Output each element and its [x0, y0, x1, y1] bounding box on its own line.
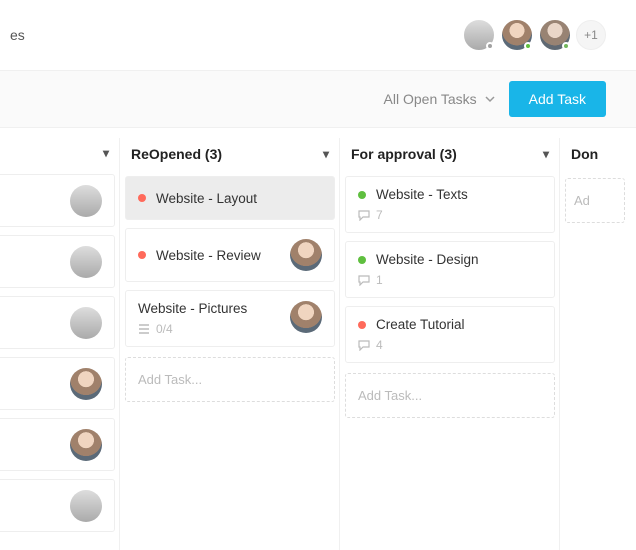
avatar-user-1[interactable]	[462, 18, 496, 52]
header-fragment: es	[10, 27, 25, 43]
card-meta: 1	[358, 273, 542, 287]
card-meta: 4	[358, 338, 542, 352]
checklist-count: 0/4	[156, 322, 173, 336]
comment-count: 7	[376, 208, 383, 222]
avatar-icon	[70, 368, 102, 400]
card-title: Website - Review	[156, 248, 261, 263]
task-card[interactable]: ge / Cover	[0, 235, 115, 288]
task-card[interactable]: oto	[0, 174, 115, 227]
avatar-icon	[70, 490, 102, 522]
column-done-partial: Don Ad	[565, 138, 625, 540]
filter-label: All Open Tasks	[384, 91, 477, 107]
status-dot-icon	[358, 191, 366, 199]
task-card[interactable]: Website - Texts 7	[345, 176, 555, 233]
column-for-approval: For approval (3) ▾ Website - Texts 7	[345, 138, 555, 540]
card-title: Website - Pictures	[138, 301, 247, 316]
add-task-input[interactable]: Add Task...	[125, 357, 335, 402]
column-header: ▾	[0, 138, 115, 174]
task-card[interactable]: ees	[0, 357, 115, 410]
task-card[interactable]	[0, 296, 115, 349]
avatar-icon	[290, 301, 322, 333]
add-task-input[interactable]: Ad	[565, 178, 625, 223]
column-header: Don	[565, 138, 625, 176]
status-dot-icon	[358, 321, 366, 329]
avatar-icon	[70, 307, 102, 339]
task-card[interactable]	[0, 418, 115, 471]
divider	[339, 138, 340, 550]
member-avatars: +1	[462, 18, 606, 52]
avatar-icon	[290, 239, 322, 271]
status-dot-icon	[358, 256, 366, 264]
comment-icon	[358, 274, 370, 286]
checklist-icon	[138, 323, 150, 335]
comment-count: 4	[376, 338, 383, 352]
column-menu-icon[interactable]: ▾	[543, 147, 549, 161]
avatar-icon	[70, 429, 102, 461]
task-card[interactable]: Create Tutorial 4	[345, 306, 555, 363]
filter-dropdown[interactable]: All Open Tasks	[384, 91, 495, 107]
header-row: es +1	[0, 0, 636, 70]
divider	[119, 138, 120, 550]
avatar-user-2[interactable]	[500, 18, 534, 52]
status-dot-icon	[138, 251, 146, 259]
card-title: Website - Design	[376, 252, 479, 267]
avatar-user-3[interactable]	[538, 18, 572, 52]
card-meta: 0/4	[138, 322, 282, 336]
column-reopened: ReOpened (3) ▾ Website - Layout Website …	[125, 138, 335, 540]
comment-icon	[358, 339, 370, 351]
task-card[interactable]: Website - Pictures 0/4	[125, 290, 335, 347]
chevron-down-icon	[485, 94, 495, 104]
add-task-button[interactable]: Add Task	[509, 81, 606, 117]
task-card[interactable]: Website - Design 1	[345, 241, 555, 298]
column-title: For approval (3)	[351, 146, 457, 162]
status-dot-icon	[138, 194, 146, 202]
task-card[interactable]: Website - Layout	[125, 176, 335, 220]
column-menu-icon[interactable]: ▾	[323, 147, 329, 161]
toolbar: All Open Tasks Add Task	[0, 70, 636, 128]
column-header: ReOpened (3) ▾	[125, 138, 335, 176]
comment-icon	[358, 209, 370, 221]
column-title: Don	[571, 146, 598, 162]
column-header: For approval (3) ▾	[345, 138, 555, 176]
card-title: Website - Texts	[376, 187, 468, 202]
avatar-icon	[70, 185, 102, 217]
card-meta: 7	[358, 208, 542, 222]
kanban-board: ▾ oto ge / Cover ees	[0, 128, 636, 550]
add-task-input[interactable]: Add Task...	[345, 373, 555, 418]
card-title: Create Tutorial	[376, 317, 465, 332]
comment-count: 1	[376, 273, 383, 287]
divider	[559, 138, 560, 550]
card-title: Website - Layout	[156, 191, 257, 206]
kanban-viewport: es +1 All Open Tasks Add Task ▾ oto	[0, 0, 636, 550]
avatar-icon	[70, 246, 102, 278]
column-partial-left: ▾ oto ge / Cover ees	[0, 138, 115, 540]
avatar-more[interactable]: +1	[576, 20, 606, 50]
task-card[interactable]: Website - Review	[125, 228, 335, 282]
task-card[interactable]	[0, 479, 115, 532]
column-menu-icon[interactable]: ▾	[103, 146, 109, 160]
column-title: ReOpened (3)	[131, 146, 222, 162]
